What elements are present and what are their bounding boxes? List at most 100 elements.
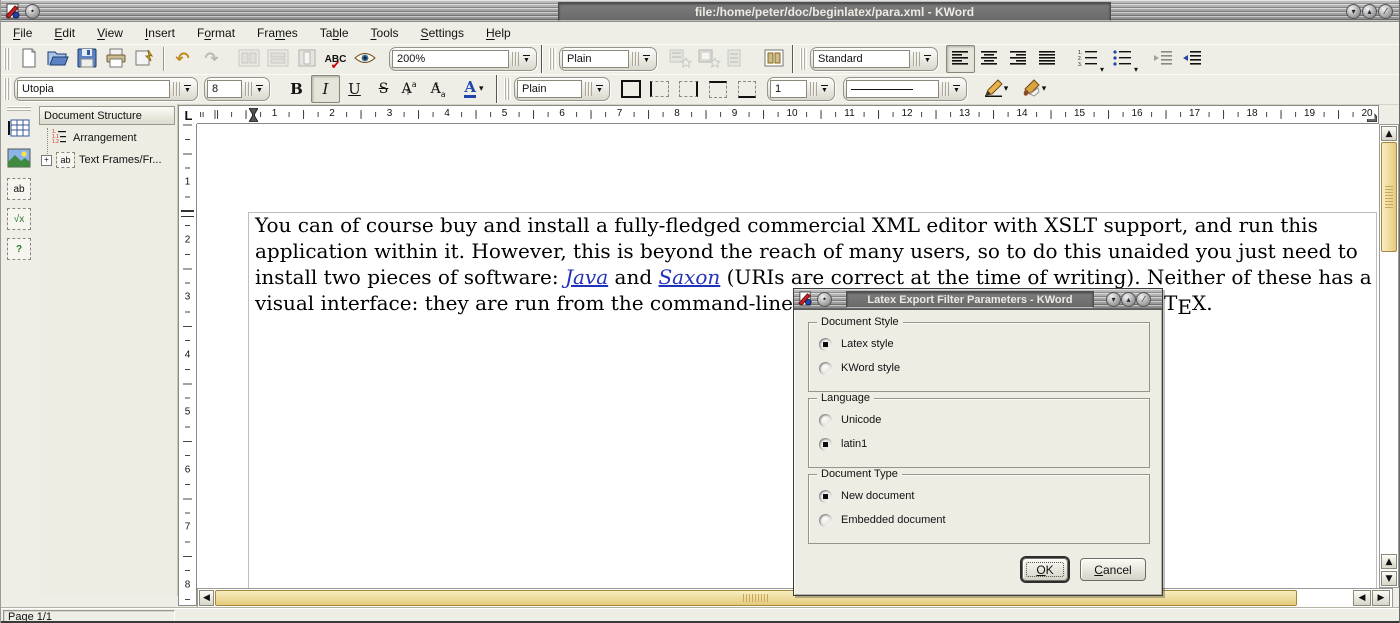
update-style-button[interactable] <box>694 45 723 73</box>
toolbar-handle[interactable] <box>504 78 511 100</box>
paragraph-style-combo[interactable]: Plain ▼ <box>559 47 657 71</box>
border-right-button[interactable] <box>674 75 703 103</box>
font-family-combo[interactable]: Utopia ▼ <box>14 77 198 101</box>
background-color-button[interactable]: ▾ <box>1015 75 1053 103</box>
radio-unicode[interactable]: Unicode <box>819 412 881 428</box>
scroll-left-button-right[interactable]: ◀ <box>1353 590 1371 606</box>
saxon-link[interactable]: Saxon <box>658 265 720 289</box>
columns-button[interactable] <box>759 45 788 73</box>
menu-view[interactable]: View <box>97 26 123 40</box>
ok-button[interactable]: OK <box>1022 558 1068 581</box>
close-button[interactable]: ⁄ <box>1378 4 1393 19</box>
menu-format[interactable]: Format <box>197 26 235 40</box>
vertical-ruler[interactable]: 12345678 <box>178 124 197 606</box>
menu-settings[interactable]: Settings <box>421 26 464 40</box>
toolbar-handle[interactable] <box>7 106 31 112</box>
radio-embedded-document[interactable]: Embedded document <box>819 512 946 528</box>
undo-button[interactable]: ↶ <box>168 45 197 73</box>
font-size-combo[interactable]: 8 ▼ <box>204 77 270 101</box>
zoom-combo[interactable]: 200% ▼ <box>389 47 537 71</box>
style-manager-button[interactable] <box>723 45 745 73</box>
increase-indent-button[interactable] <box>1177 45 1206 73</box>
toolbar-handle[interactable] <box>4 48 11 70</box>
new-document-button[interactable] <box>14 45 43 73</box>
menu-help[interactable]: Help <box>486 26 511 40</box>
menu-frames[interactable]: Frames <box>257 26 298 40</box>
expander-plus-icon[interactable]: + <box>41 155 52 166</box>
border-top-button[interactable] <box>703 75 732 103</box>
edit-frame-button[interactable] <box>234 45 263 73</box>
bullet-list-button[interactable]: ▾ <box>1106 45 1140 73</box>
menu-table[interactable]: Table <box>320 26 349 40</box>
indent-marker[interactable] <box>249 108 258 122</box>
toolbar-handle[interactable] <box>549 48 556 70</box>
menu-file[interactable]: File <box>13 26 32 40</box>
radio-new-document[interactable]: New document <box>819 488 914 504</box>
bold-button[interactable]: B <box>282 75 311 103</box>
minimize-button[interactable]: ▾ <box>1106 292 1121 307</box>
java-link[interactable]: Java <box>565 265 608 289</box>
scroll-up-button-bottom[interactable]: ▲ <box>1381 554 1397 569</box>
document-canvas[interactable]: You can of course buy and install a full… <box>197 124 1379 588</box>
border-outline-button[interactable] <box>616 75 645 103</box>
create-style-button[interactable] <box>665 45 694 73</box>
border-width-combo[interactable]: 1 ▼ <box>767 77 835 101</box>
menu-insert[interactable]: Insert <box>145 26 175 40</box>
align-justify-button[interactable] <box>1033 45 1062 73</box>
scroll-left-button[interactable]: ◀ <box>199 590 214 606</box>
toolbar-handle[interactable] <box>800 48 807 70</box>
superscript-button[interactable]: A a ↑ <box>398 75 427 103</box>
save-button[interactable] <box>72 45 101 73</box>
subscript-button[interactable]: A a ↓ <box>427 75 456 103</box>
italic-button[interactable]: I <box>311 75 340 103</box>
align-right-button[interactable] <box>1004 45 1033 73</box>
insert-table-button[interactable] <box>6 116 32 142</box>
radio-kword-style[interactable]: KWord style <box>819 360 900 376</box>
insert-object-button[interactable]: ? <box>6 236 32 262</box>
horizontal-ruler[interactable]: 1234567891011121314151617181920 <box>197 105 1379 124</box>
underline-button[interactable]: U <box>340 75 369 103</box>
border-style-combo[interactable]: Plain ▼ <box>514 77 610 101</box>
decrease-indent-button[interactable] <box>1148 45 1177 73</box>
open-button[interactable] <box>43 45 72 73</box>
print-preview-button[interactable] <box>130 45 159 73</box>
radio-latin1[interactable]: latin1 <box>819 436 867 452</box>
tree-item-arrangement[interactable]: 1.1.11.2 Arrangement <box>51 128 137 147</box>
insert-picture-button[interactable] <box>6 146 32 172</box>
align-left-button[interactable] <box>946 45 975 73</box>
tree-item-text-frames[interactable]: + ab Text Frames/Fr... <box>41 152 162 168</box>
close-button[interactable]: ⁄ <box>1136 292 1151 307</box>
print-button[interactable] <box>101 45 130 73</box>
insert-formula-button[interactable]: √x <box>6 206 32 232</box>
scroll-down-button[interactable]: ▼ <box>1381 571 1397 586</box>
vertical-scroll-thumb[interactable] <box>1381 142 1397 252</box>
scroll-up-button[interactable]: ▲ <box>1381 126 1397 141</box>
border-color-button[interactable]: ▾ <box>977 75 1015 103</box>
cancel-button[interactable]: Cancel <box>1080 558 1146 581</box>
border-bottom-button[interactable] <box>732 75 761 103</box>
maximize-button[interactable]: ▴ <box>1362 4 1377 19</box>
spellcheck-button[interactable]: ABC ✔ <box>321 45 350 73</box>
scroll-right-button[interactable]: ▶ <box>1372 590 1390 606</box>
toolbar-handle[interactable] <box>4 78 11 100</box>
border-left-button[interactable] <box>645 75 674 103</box>
title-bar[interactable]: • file:/home/peter/doc/beginlatex/para.x… <box>1 0 1400 23</box>
menu-tools[interactable]: Tools <box>371 26 399 40</box>
maximize-button[interactable]: ▴ <box>1121 292 1136 307</box>
tab-stop-selector[interactable]: L <box>178 105 199 126</box>
line-style-combo[interactable]: ▼ <box>843 77 967 101</box>
insert-text-frame-button[interactable]: ab <box>6 176 32 202</box>
formatting-characters-button[interactable] <box>350 45 379 73</box>
minimize-button[interactable]: ▾ <box>1346 4 1361 19</box>
strikethrough-button[interactable]: S <box>369 75 398 103</box>
dialog-title-bar[interactable]: • Latex Export Filter Parameters - KWord… <box>794 289 1162 310</box>
redo-button[interactable]: ↷ <box>197 45 226 73</box>
window-menu-button[interactable]: • <box>25 4 40 19</box>
window-menu-button[interactable]: • <box>817 292 832 307</box>
font-color-button[interactable]: A ▾ <box>456 75 492 103</box>
style-set-combo[interactable]: Standard ▼ <box>810 47 938 71</box>
numbered-list-button[interactable]: 1.2.3. ▾ <box>1072 45 1106 73</box>
align-center-button[interactable] <box>975 45 1004 73</box>
radio-latex-style[interactable]: Latex style <box>819 336 894 352</box>
vertical-scrollbar[interactable]: ▲ ▲ ▼ <box>1379 124 1399 588</box>
